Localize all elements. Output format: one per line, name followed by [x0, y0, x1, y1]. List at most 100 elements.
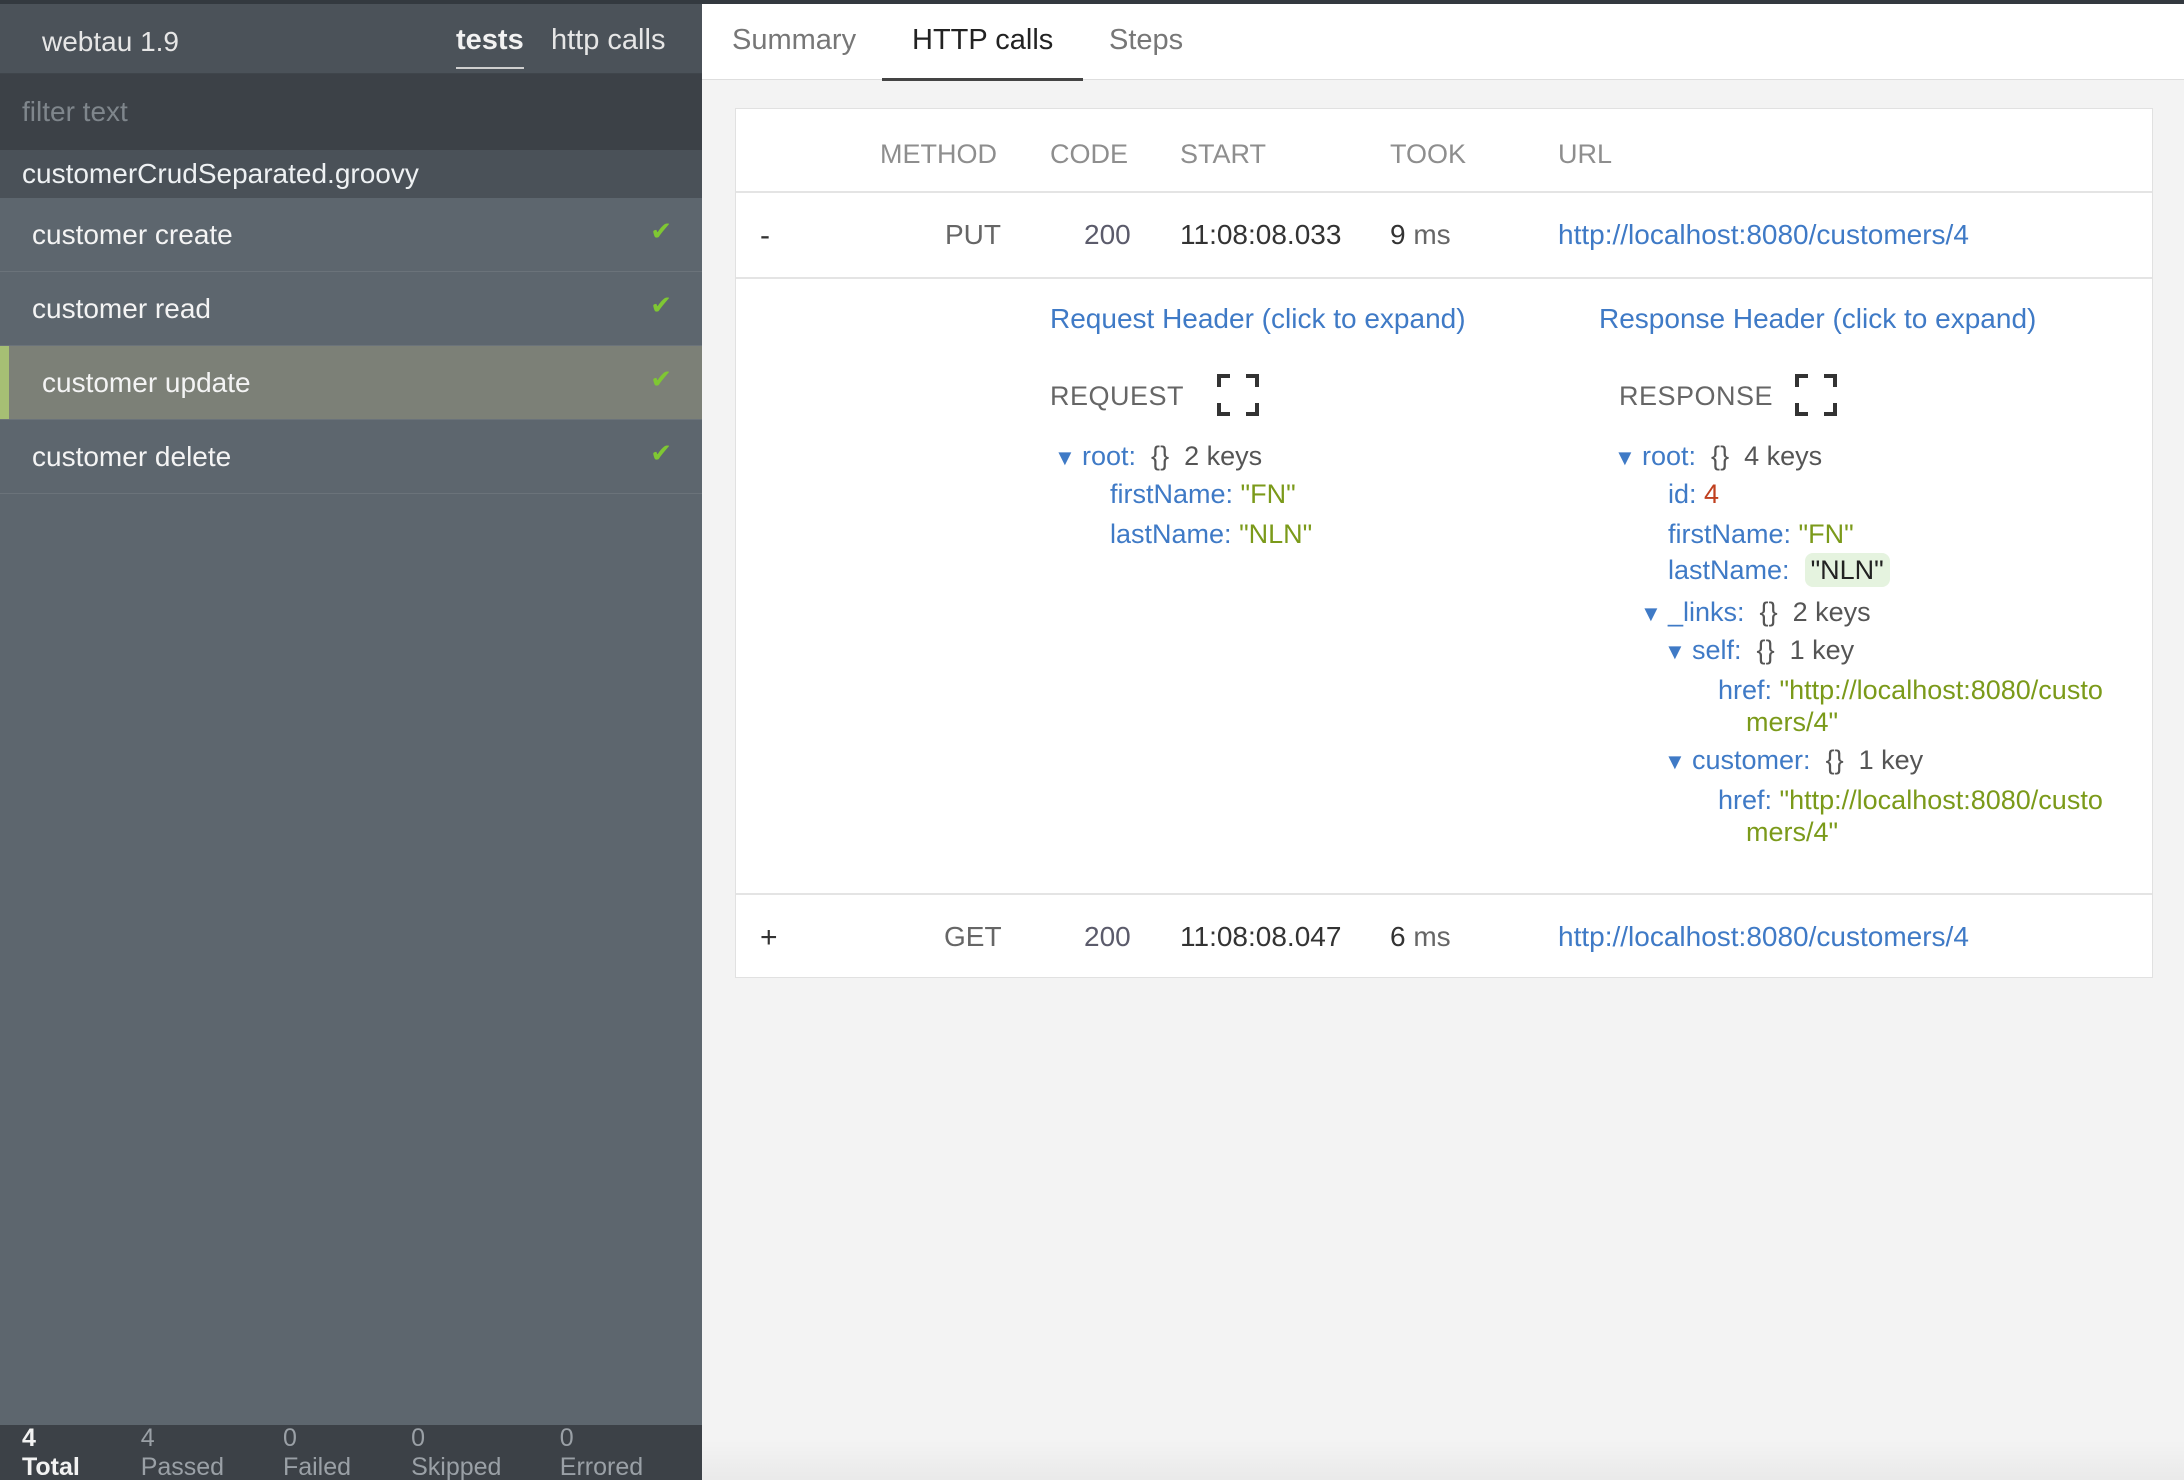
row-url-link[interactable]: http://localhost:8080/customers/4 [1558, 219, 1969, 251]
response-header-link[interactable]: Response Header (click to expand) [1599, 303, 2036, 335]
sidebar-header: webtau 1.9 tests http calls [0, 4, 702, 74]
json-string: mers/4" [1746, 817, 1839, 847]
json-node-root[interactable]: ▼ root: {} 2 keys [1054, 441, 1262, 472]
test-item-customer-create[interactable]: customer create ✔ [0, 198, 702, 272]
check-icon: ✔ [650, 364, 672, 394]
request-label: REQUEST [1050, 381, 1185, 411]
row-url-link[interactable]: http://localhost:8080/customers/4 [1558, 921, 1969, 953]
json-brace: {} [1151, 441, 1170, 471]
expand-toggle[interactable]: + [760, 921, 778, 955]
triangle-down-icon[interactable]: ▼ [1664, 639, 1692, 665]
tab-summary[interactable]: Summary [732, 24, 856, 57]
row-method: GET [944, 921, 1002, 952]
json-entry: lastName: "NLN" [1668, 553, 1890, 587]
json-brace: {} [1825, 745, 1844, 775]
test-item-customer-delete[interactable]: customer delete ✔ [0, 420, 702, 494]
json-brace: {} [1756, 635, 1775, 665]
json-meta: 4 keys [1744, 441, 1823, 471]
json-entry: firstName: "FN" [1110, 479, 1296, 510]
row-took: 6 ms [1390, 921, 1451, 953]
total-count[interactable]: 4 Total [22, 1424, 95, 1480]
triangle-down-icon[interactable]: ▼ [1664, 749, 1692, 775]
triangle-down-icon[interactable]: ▼ [1614, 445, 1642, 471]
filter-bar [0, 74, 702, 150]
status-footer: 4 Total 4 Passed 0 Failed 0 Skipped 0 Er… [0, 1424, 702, 1480]
sidebar: webtau 1.9 tests http calls customerCrud… [0, 4, 702, 1480]
sidebar-tab-tests[interactable]: tests [456, 24, 524, 69]
failed-count[interactable]: 0 Failed [283, 1424, 365, 1480]
json-number: 4 [1704, 479, 1720, 509]
main-content: Summary HTTP calls Steps METHOD CODE STA… [702, 4, 2184, 1480]
json-meta: 1 key [1858, 745, 1924, 775]
json-brace: {} [1711, 441, 1730, 471]
json-key: id: [1668, 479, 1697, 509]
json-node-root[interactable]: ▼ root: {} 4 keys [1614, 441, 1822, 472]
row-took-unit: ms [1413, 219, 1451, 250]
json-node-self[interactable]: ▼ self: {} 1 key [1664, 635, 1854, 666]
json-entry: lastName: "NLN" [1110, 519, 1312, 550]
fullscreen-icon[interactable] [1216, 373, 1260, 417]
skipped-count[interactable]: 0 Skipped [411, 1424, 514, 1480]
json-entry: href: "http://localhost:8080/custo [1718, 785, 2103, 816]
main-tabs: Summary HTTP calls Steps [702, 4, 2184, 81]
json-string-highlighted: "NLN" [1804, 553, 1890, 587]
filter-input[interactable] [22, 96, 682, 128]
json-key: href: [1718, 675, 1773, 705]
json-string: "NLN" [1239, 519, 1313, 549]
test-group-title[interactable]: customerCrudSeparated.groovy [0, 150, 702, 198]
column-header-start: START [1180, 139, 1267, 169]
http-calls-table: METHOD CODE START TOOK URL - PUT 200 11:… [735, 108, 2153, 978]
json-meta: 2 keys [1184, 441, 1263, 471]
row-took-value: 6 [1390, 921, 1406, 952]
tab-http-calls[interactable]: HTTP calls [881, 24, 1084, 81]
table-row[interactable]: - PUT 200 11:08:08.033 9 ms http://local… [736, 193, 2152, 279]
bottom-shade [702, 1440, 2184, 1480]
json-string: "http://localhost:8080/custo [1779, 785, 2103, 815]
json-entry: id: 4 [1668, 479, 1719, 510]
json-key: href: [1718, 785, 1773, 815]
row-method: PUT [945, 219, 1001, 250]
json-key: lastName: [1110, 519, 1232, 549]
json-key: root: [1082, 441, 1137, 471]
column-header-url: URL [1558, 139, 1613, 169]
json-entry: firstName: "FN" [1668, 519, 1854, 550]
json-string: mers/4" [1746, 707, 1839, 737]
collapse-toggle[interactable]: - [760, 219, 770, 253]
json-key: customer: [1692, 745, 1811, 775]
row-took-unit: ms [1413, 921, 1451, 952]
json-key: lastName: [1668, 555, 1790, 585]
table-header: METHOD CODE START TOOK URL [736, 109, 2152, 193]
check-icon: ✔ [650, 438, 672, 468]
sidebar-tab-http-calls[interactable]: http calls [551, 24, 665, 57]
json-string: "http://localhost:8080/custo [1779, 675, 2103, 705]
triangle-down-icon[interactable]: ▼ [1054, 445, 1082, 471]
test-item-label: customer create [32, 218, 233, 250]
json-entry-continued: mers/4" [1746, 817, 1838, 848]
call-details: Request Header (click to expand) Respons… [736, 279, 2152, 893]
request-header-link[interactable]: Request Header (click to expand) [1050, 303, 1466, 335]
column-header-took: TOOK [1390, 139, 1467, 169]
tab-steps[interactable]: Steps [1109, 24, 1183, 57]
json-string: "FN" [1798, 519, 1854, 549]
passed-count[interactable]: 4 Passed [141, 1424, 237, 1480]
json-node-customer[interactable]: ▼ customer: {} 1 key [1664, 745, 1923, 776]
row-start: 11:08:08.033 [1180, 219, 1342, 250]
json-key: firstName: [1668, 519, 1792, 549]
test-item-label: customer update [42, 366, 251, 398]
fullscreen-icon[interactable] [1794, 373, 1838, 417]
json-meta: 2 keys [1792, 597, 1871, 627]
column-header-method: METHOD [880, 139, 997, 169]
json-node-links[interactable]: ▼ _links: {} 2 keys [1640, 597, 1871, 628]
triangle-down-icon[interactable]: ▼ [1640, 601, 1668, 627]
row-code: 200 [1084, 921, 1131, 952]
json-key: self: [1692, 635, 1742, 665]
table-row[interactable]: + GET 200 11:08:08.047 6 ms http://local… [736, 893, 2152, 979]
test-item-customer-read[interactable]: customer read ✔ [0, 272, 702, 346]
response-label: RESPONSE [1619, 381, 1774, 411]
errored-count[interactable]: 0 Errored [560, 1424, 656, 1480]
check-icon: ✔ [650, 290, 672, 320]
json-meta: 1 key [1789, 635, 1855, 665]
json-brace: {} [1759, 597, 1778, 627]
json-entry: href: "http://localhost:8080/custo [1718, 675, 2103, 706]
test-item-customer-update[interactable]: customer update ✔ [0, 346, 702, 420]
